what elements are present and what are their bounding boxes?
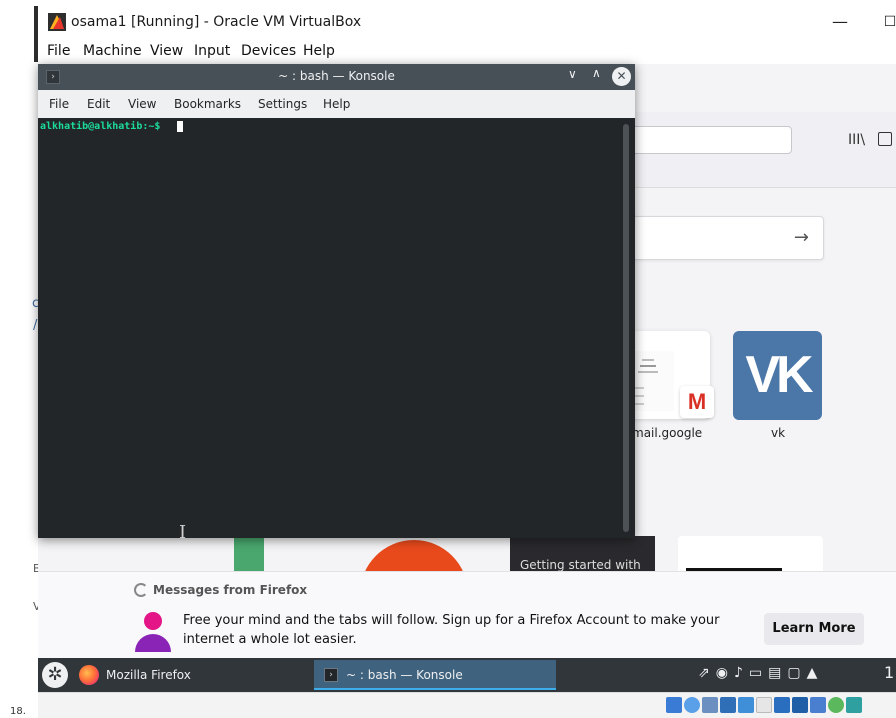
keyboard-icon[interactable] — [846, 697, 862, 713]
gmail-icon: M — [680, 386, 714, 418]
partial-text-fragment: / — [33, 318, 38, 333]
menu-help[interactable]: Help — [323, 97, 350, 111]
refresh-icon — [134, 583, 148, 597]
vbox-statusbar — [38, 692, 896, 718]
task-label: Mozilla Firefox — [106, 668, 191, 682]
network-adapter-icon[interactable] — [720, 697, 736, 713]
device-status-icons — [666, 697, 864, 715]
shared-folders-icon[interactable] — [756, 697, 772, 713]
account-avatar-icon — [135, 634, 171, 652]
vk-icon[interactable]: VK — [733, 331, 822, 420]
close-button[interactable]: ✕ — [612, 67, 631, 86]
task-firefox[interactable]: Mozilla Firefox — [74, 660, 314, 690]
taskbar: ✲ Mozilla Firefox › ~ : bash — Konsole ⇗… — [38, 658, 896, 692]
konsole-title: ~ : bash — Konsole — [278, 69, 395, 83]
task-konsole[interactable]: › ~ : bash — Konsole — [314, 660, 556, 690]
message-body: Free your mind and the tabs will follow.… — [183, 613, 720, 647]
virtualization-icon[interactable] — [810, 697, 826, 713]
maximize-button[interactable]: ∧ — [592, 66, 601, 80]
vbox-titlebar: osama1 [Running] - Oracle VM VirtualBox … — [38, 6, 896, 40]
menu-file[interactable]: File — [49, 97, 69, 111]
konsole-window: › ~ : bash — Konsole ∨ ∧ ✕ File Edit Vie… — [38, 64, 635, 543]
hard-disk-icon[interactable] — [666, 697, 682, 713]
task-label: ~ : bash — Konsole — [346, 668, 463, 682]
terminal-icon: › — [324, 668, 338, 682]
konsole-titlebar[interactable]: › ~ : bash — Konsole ∨ ∧ ✕ — [38, 64, 635, 90]
battery-icon[interactable]: ▭ — [749, 665, 768, 681]
menu-input[interactable]: Input — [194, 43, 230, 59]
text-cursor-icon: I — [179, 522, 187, 543]
library-icon[interactable]: III\ — [848, 132, 865, 148]
usb-icon[interactable] — [738, 697, 754, 713]
menu-view[interactable]: View — [150, 43, 183, 59]
maximize-button[interactable]: ☐ — [878, 10, 896, 34]
display-icon[interactable] — [774, 697, 790, 713]
virtualbox-icon — [48, 13, 66, 31]
recording-icon[interactable] — [792, 697, 808, 713]
mouse-integration-icon[interactable] — [828, 697, 844, 713]
message-header: Messages from Firefox — [153, 583, 308, 597]
menu-edit[interactable]: Edit — [87, 97, 110, 111]
audio-icon[interactable] — [702, 697, 718, 713]
konsole-menubar: File Edit View Bookmarks Settings Help — [38, 90, 635, 118]
page-number: 18. — [10, 706, 26, 717]
optical-drive-icon[interactable] — [684, 697, 700, 713]
top-site-label: mail.google — [632, 426, 703, 440]
learn-more-button[interactable]: Learn More — [764, 613, 864, 645]
menu-settings[interactable]: Settings — [258, 97, 307, 111]
clipboard-icon[interactable]: ▤ — [768, 665, 787, 681]
vbox-menubar: File Machine View Input Devices Help — [38, 40, 896, 64]
share-icon[interactable]: ⇗ — [698, 665, 716, 681]
window-title: osama1 [Running] - Oracle VM VirtualBox — [71, 14, 362, 30]
highlight-card[interactable] — [234, 536, 264, 576]
menu-help[interactable]: Help — [303, 43, 335, 59]
scrollbar[interactable] — [623, 124, 629, 532]
display-icon[interactable]: ▢ — [787, 665, 806, 681]
menu-devices[interactable]: Devices — [241, 43, 296, 59]
menu-view[interactable]: View — [128, 97, 156, 111]
firefox-icon — [79, 665, 99, 685]
terminal-area[interactable]: alkhatib@alkhatib:~$ I — [38, 118, 635, 543]
minimize-button[interactable]: — — [828, 10, 852, 34]
account-avatar-icon — [144, 612, 162, 630]
application-launcher-icon[interactable]: ✲ — [42, 662, 68, 688]
arrow-right-icon[interactable]: → — [794, 227, 809, 248]
menu-bookmarks[interactable]: Bookmarks — [174, 97, 241, 111]
system-tray: ⇗◉♪▭▤▢▲ — [698, 665, 823, 681]
highlight-card[interactable]: Getting started with — [510, 536, 655, 576]
minimize-button[interactable]: ∨ — [568, 67, 577, 81]
network-icon[interactable]: ◉ — [716, 665, 734, 681]
menu-machine[interactable]: Machine — [83, 43, 142, 59]
clock[interactable]: 1 — [884, 663, 894, 682]
expand-tray-icon[interactable]: ▲ — [807, 665, 824, 681]
firefox-message-bar: Messages from Firefox Free your mind and… — [38, 571, 896, 658]
volume-icon[interactable]: ♪ — [734, 665, 749, 681]
terminal-cursor — [177, 121, 183, 132]
sidebar-icon[interactable] — [878, 132, 892, 146]
menu-file[interactable]: File — [47, 43, 70, 59]
top-site-label: vk — [771, 426, 786, 440]
shell-prompt: alkhatib@alkhatib:~$ — [40, 121, 161, 132]
